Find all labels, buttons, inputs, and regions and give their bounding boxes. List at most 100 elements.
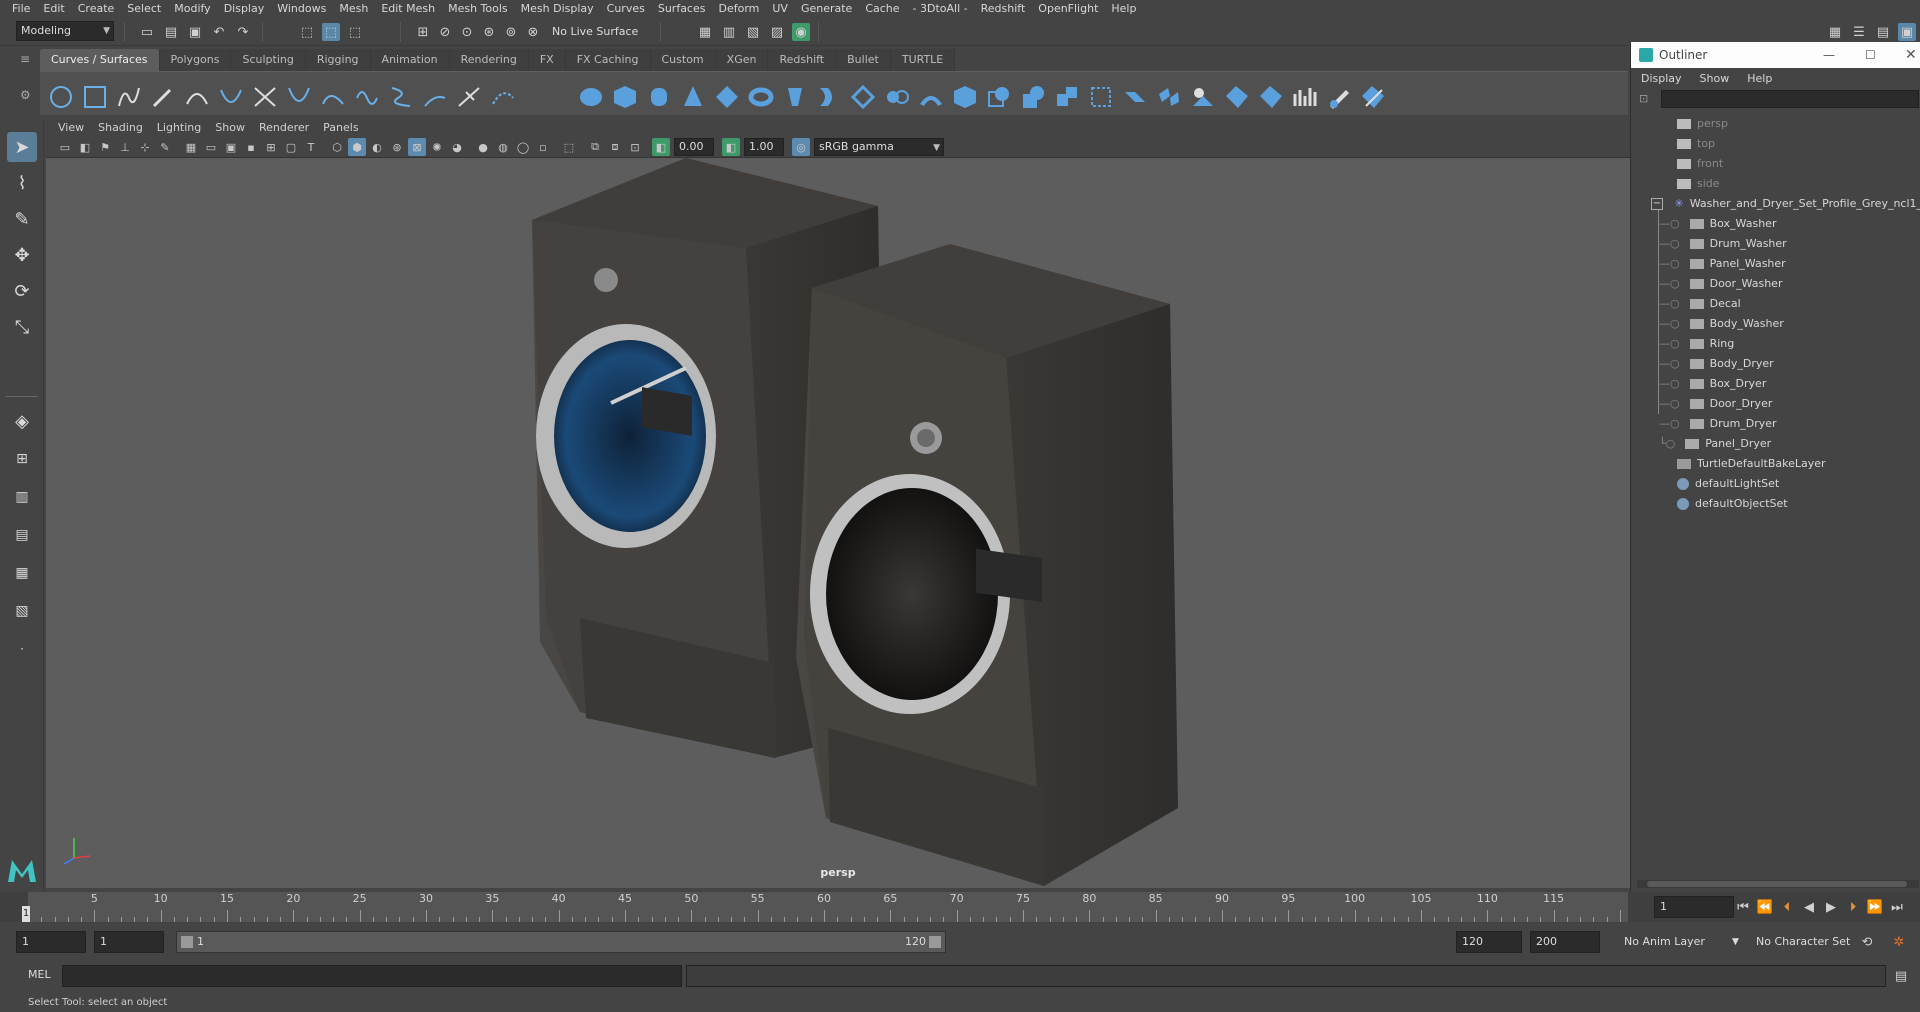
open-scene-icon[interactable]: ▤: [162, 23, 180, 41]
step-forward-key-icon[interactable]: ⏵: [1844, 898, 1862, 916]
resolution-gate-icon[interactable]: ▣: [222, 138, 240, 156]
menu-generate[interactable]: Generate: [795, 0, 859, 18]
tree-item-panel-washer[interactable]: —○ Panel_Washer: [1659, 254, 1786, 274]
gate-mask-icon[interactable]: ▪: [242, 138, 260, 156]
extrude-icon[interactable]: [884, 84, 910, 110]
snap-curve-icon[interactable]: ⊘: [436, 23, 454, 41]
menu-set-dropdown[interactable]: Modeling ▼: [16, 21, 114, 41]
vp-menu-view[interactable]: View: [52, 121, 92, 134]
grease-pencil-icon[interactable]: ✎: [156, 138, 174, 156]
intersect-surfaces-icon[interactable]: [986, 84, 1012, 110]
minimize-icon[interactable]: —: [1823, 42, 1835, 68]
vp-menu-shading[interactable]: Shading: [92, 121, 151, 134]
animation-start-field[interactable]: 1: [16, 931, 86, 953]
shelf-menu-icon[interactable]: ≡: [20, 52, 36, 70]
menu-create[interactable]: Create: [72, 0, 122, 18]
tree-item-box-dryer[interactable]: —○ Box_Dryer: [1659, 374, 1766, 394]
motion-blur-icon[interactable]: ◍: [494, 138, 512, 156]
menu-uv[interactable]: UV: [766, 0, 795, 18]
detach-surfaces-icon[interactable]: [1156, 84, 1182, 110]
snap-live-icon[interactable]: ⊗: [524, 23, 542, 41]
tab-xgen[interactable]: XGen: [715, 49, 769, 71]
safe-title-icon[interactable]: T: [302, 138, 320, 156]
animation-preferences-icon[interactable]: ✲: [1890, 933, 1908, 951]
grid-icon[interactable]: ▦: [182, 138, 200, 156]
outliner-horizontal-scrollbar[interactable]: [1637, 880, 1919, 888]
detach-curve-icon[interactable]: [320, 84, 346, 110]
undo-icon[interactable]: ↶: [210, 23, 228, 41]
render-view-icon[interactable]: ▦: [696, 23, 714, 41]
menu-edit[interactable]: Edit: [37, 0, 71, 18]
vp-menu-renderer[interactable]: Renderer: [253, 121, 317, 134]
channel-box-icon[interactable]: ▣: [1898, 23, 1916, 41]
menu-help[interactable]: Help: [1105, 0, 1143, 18]
menu-curves[interactable]: Curves: [601, 0, 652, 18]
gamma-icon[interactable]: ◧: [722, 138, 740, 156]
menu-windows[interactable]: Windows: [271, 0, 333, 18]
layout-persp-outliner-icon[interactable]: ▤: [7, 520, 37, 550]
attribute-editor-icon[interactable]: ☰: [1850, 23, 1868, 41]
surface-editing-icon[interactable]: [1360, 84, 1386, 110]
nurbs-plane-icon[interactable]: [714, 84, 740, 110]
vp-menu-lighting[interactable]: Lighting: [151, 121, 209, 134]
textured-icon[interactable]: ⊠: [408, 138, 426, 156]
nurbs-square-icon[interactable]: [82, 84, 108, 110]
gamma-field[interactable]: 1.00: [744, 138, 784, 156]
tree-item-persp[interactable]: persp: [1677, 114, 1728, 134]
live-surface-label[interactable]: No Live Surface: [552, 22, 652, 42]
maximize-icon[interactable]: ☐: [1865, 42, 1876, 68]
xray-joints-icon[interactable]: ⧈: [606, 138, 624, 156]
step-back-key-icon[interactable]: ⏴: [1778, 898, 1796, 916]
menu-openflight[interactable]: OpenFlight: [1032, 0, 1105, 18]
menu-cache[interactable]: Cache: [859, 0, 906, 18]
time-ruler[interactable]: 5 10 15 20 25 30 35 40 45 50 55 60 65 70 75 80 85 90 95 100…: [22, 892, 1628, 922]
scale-tool-icon[interactable]: ⤡: [7, 312, 37, 342]
time-slider[interactable]: 5 10 15 20 25 30 35 40 45 50 55 60 65 70 75 80 85 90 95 100…: [0, 892, 1920, 922]
image-plane-icon[interactable]: ⊥: [116, 138, 134, 156]
tool-settings-icon[interactable]: ▤: [1874, 23, 1892, 41]
layout-toggle-icon[interactable]: ·: [7, 634, 37, 664]
untrim-icon[interactable]: [1088, 84, 1114, 110]
outliner-menu-show[interactable]: Show: [1700, 72, 1748, 85]
rebuild-curve-icon[interactable]: [388, 84, 414, 110]
tab-animation[interactable]: Animation: [370, 49, 450, 71]
view-transform-dropdown[interactable]: sRGB gamma ▼: [814, 138, 944, 156]
tab-redshift[interactable]: Redshift: [768, 49, 837, 71]
playback-end-field[interactable]: 120: [1456, 931, 1522, 953]
anti-aliasing-icon[interactable]: ◯: [514, 138, 532, 156]
layout-four-icon[interactable]: ⊞: [7, 444, 37, 474]
close-icon[interactable]: ✕: [1905, 42, 1917, 68]
tab-fx-caching[interactable]: FX Caching: [565, 49, 651, 71]
birail-icon[interactable]: [918, 84, 944, 110]
planar-icon[interactable]: [850, 84, 876, 110]
outliner-menu-display[interactable]: Display: [1641, 72, 1700, 85]
tab-custom[interactable]: Custom: [650, 49, 716, 71]
tab-fx[interactable]: FX: [528, 49, 566, 71]
select-tool-icon[interactable]: ➤: [7, 132, 37, 162]
step-back-icon[interactable]: ⏪: [1756, 898, 1774, 916]
go-to-start-icon[interactable]: ⏮: [1734, 898, 1752, 916]
attach-surfaces-icon[interactable]: [1122, 84, 1148, 110]
tree-item-body-washer[interactable]: —○ Body_Washer: [1659, 314, 1784, 334]
nurbs-circle-icon[interactable]: [48, 84, 74, 110]
outliner-menu-help[interactable]: Help: [1747, 72, 1790, 85]
redo-icon[interactable]: ↷: [234, 23, 252, 41]
bezier-curve-icon[interactable]: [218, 84, 244, 110]
snap-grid-icon[interactable]: ⊞: [414, 23, 432, 41]
camera-select-icon[interactable]: ▭: [56, 138, 74, 156]
layout-hypershade-icon[interactable]: ▧: [7, 596, 37, 626]
lasso-tool-icon[interactable]: ⌇: [7, 168, 37, 198]
ambient-occlusion-icon[interactable]: ●: [474, 138, 492, 156]
camera-attributes-icon[interactable]: ◧: [76, 138, 94, 156]
tree-item-body-dryer[interactable]: —○ Body_Dryer: [1659, 354, 1774, 374]
select-hierarchy-icon[interactable]: ⬚: [298, 23, 316, 41]
offset-curve-icon[interactable]: [354, 84, 380, 110]
tab-bullet[interactable]: Bullet: [836, 49, 891, 71]
extend-surfaces-icon[interactable]: [1258, 84, 1284, 110]
menu-mesh[interactable]: Mesh: [333, 0, 375, 18]
vp-menu-panels[interactable]: Panels: [317, 121, 366, 134]
nurbs-torus-icon[interactable]: [748, 84, 774, 110]
script-editor-icon[interactable]: ▤: [1892, 967, 1910, 985]
menu-surfaces[interactable]: Surfaces: [652, 0, 713, 18]
snap-view-icon[interactable]: ⊛: [480, 23, 498, 41]
